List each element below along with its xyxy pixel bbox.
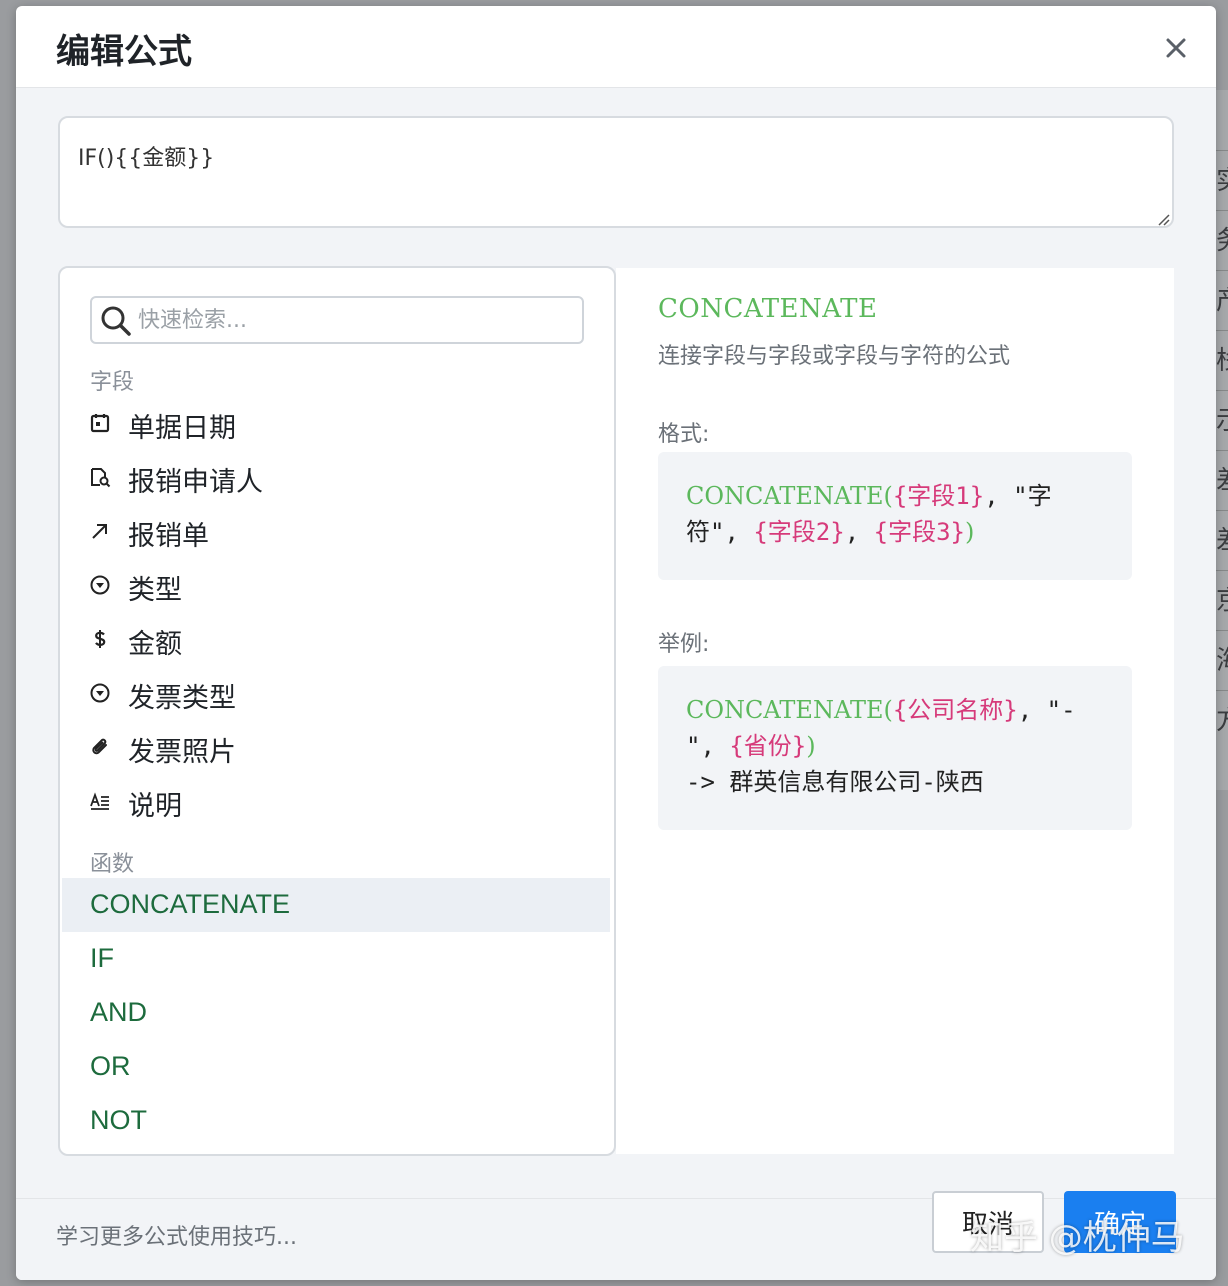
function-item-or[interactable]: OR — [62, 1040, 610, 1094]
background-row: 差 — [1214, 450, 1228, 510]
cancel-button[interactable]: 取消 — [932, 1191, 1044, 1253]
code-argument: {字段1} — [892, 482, 985, 510]
field-function-list-panel: 字段 单据日期 报销申请人 报销单 — [58, 266, 616, 1156]
field-item-label: 说明 — [128, 791, 182, 822]
formula-input[interactable] — [58, 116, 1174, 228]
field-item-label: 报销单 — [128, 521, 209, 552]
function-detail-description: 连接字段与字段或字段与字符的公式 — [658, 344, 1011, 369]
field-item-type[interactable]: 类型 — [60, 558, 614, 612]
dialog-header: 编辑公式 — [16, 6, 1216, 88]
code-function-close: ) — [964, 518, 975, 546]
format-code-block: CONCATENATE({字段1}, "字符", {字段2}, {字段3}) — [658, 452, 1132, 580]
search-box[interactable] — [90, 296, 584, 344]
function-item-if[interactable]: IF — [62, 932, 610, 986]
function-item-label: AND — [90, 997, 148, 1027]
field-item-expense-form[interactable]: 报销单 — [60, 504, 614, 558]
field-item-label: 金额 — [128, 629, 182, 660]
format-label: 格式: — [658, 422, 710, 447]
fields-section-label: 字段 — [90, 370, 135, 395]
function-item-label: OR — [90, 1051, 131, 1081]
field-item-label: 发票类型 — [128, 683, 236, 714]
dialog-body: 字段 单据日期 报销申请人 报销单 — [16, 88, 1216, 1198]
field-item-description[interactable]: 说明 — [60, 774, 614, 828]
function-item-not[interactable]: NOT — [62, 1094, 610, 1148]
close-icon — [1166, 38, 1186, 58]
code-function: CONCATENATE( — [686, 696, 893, 724]
background-row: 务 — [1214, 210, 1228, 270]
field-item-invoice-type[interactable]: 发票类型 — [60, 666, 614, 720]
background-row: 方 — [1214, 690, 1228, 750]
field-item-amount[interactable]: 金额 — [60, 612, 614, 666]
background-rows: 实 务 产 栈 示 差 差 京 海 方 — [1214, 150, 1228, 750]
field-item-invoice-photo[interactable]: 发票照片 — [60, 720, 614, 774]
code-function-close: ) — [806, 732, 816, 760]
code-argument: {公司名称} — [892, 696, 1018, 724]
field-item-label: 发票照片 — [128, 737, 236, 768]
edit-formula-dialog: 编辑公式 字段 单据日期 — [16, 6, 1216, 1280]
calendar-icon — [88, 411, 112, 435]
search-input[interactable] — [138, 302, 568, 338]
field-item-label: 单据日期 — [128, 413, 236, 444]
background-row: 实 — [1214, 150, 1228, 210]
background-row: 京 — [1214, 570, 1228, 630]
function-item-and[interactable]: AND — [62, 986, 610, 1040]
paperclip-icon — [88, 735, 112, 759]
function-detail-name: CONCATENATE — [658, 294, 878, 324]
background-row: 差 — [1214, 510, 1228, 570]
function-item-label: CONCATENATE — [90, 889, 291, 919]
function-item-label: IF — [90, 943, 114, 973]
search-icon — [101, 306, 131, 336]
field-item-label: 类型 — [128, 575, 182, 606]
code-function: CONCATENATE( — [686, 482, 893, 510]
resize-grip-icon[interactable] — [1156, 212, 1170, 226]
user-search-icon — [88, 465, 112, 489]
functions-section-label: 函数 — [90, 852, 135, 877]
example-code-block: CONCATENATE({公司名称}, "-", {省份}) -> 群英信息有限公… — [658, 666, 1132, 830]
arrow-up-right-icon — [88, 519, 112, 543]
learn-more-link[interactable]: 学习更多公式使用技巧... — [56, 1219, 297, 1251]
background-row: 示 — [1214, 390, 1228, 450]
text-format-icon — [88, 789, 112, 813]
field-item-label: 报销申请人 — [128, 467, 263, 498]
function-detail-panel: CONCATENATE 连接字段与字段或字段与字符的公式 格式: CONCATE… — [616, 268, 1174, 1154]
function-item-concatenate[interactable]: CONCATENATE — [62, 878, 610, 932]
code-argument: {字段2} — [753, 518, 845, 546]
function-item-label: NOT — [90, 1105, 147, 1135]
code-argument: {省份} — [729, 732, 807, 760]
background-row: 栈 — [1214, 330, 1228, 390]
code-argument: {字段3} — [873, 518, 965, 546]
dropdown-circle-icon — [88, 573, 112, 597]
example-label: 举例: — [658, 632, 710, 657]
close-button[interactable] — [1156, 28, 1196, 68]
dialog-footer: 学习更多公式使用技巧... 取消 确定 — [16, 1191, 1216, 1280]
code-separator: , — [844, 518, 874, 546]
background-row: 产 — [1214, 270, 1228, 330]
dropdown-circle-icon — [88, 681, 112, 705]
field-item-applicant[interactable]: 报销申请人 — [60, 450, 614, 504]
background-row: 海 — [1214, 630, 1228, 690]
field-item-document-date[interactable]: 单据日期 — [60, 396, 614, 450]
dialog-title: 编辑公式 — [56, 32, 192, 72]
confirm-button[interactable]: 确定 — [1064, 1191, 1176, 1253]
dollar-icon — [88, 627, 112, 651]
example-result: -> 群英信息有限公司-陕西 — [686, 768, 984, 796]
